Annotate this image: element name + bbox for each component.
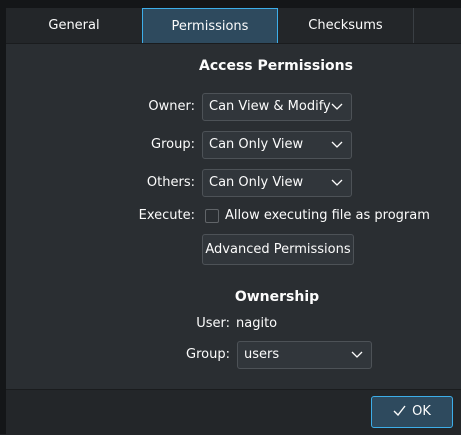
group-label: Group: — [151, 137, 195, 152]
dialog-footer: OK — [6, 389, 461, 435]
user-value: nagito — [236, 316, 278, 331]
ok-button[interactable]: OK — [371, 396, 453, 428]
tab-bar: General Permissions Checksums — [6, 8, 461, 44]
group-permission-select[interactable]: Can Only View — [202, 131, 352, 159]
execute-checkbox-label[interactable]: Allow executing file as program — [225, 208, 430, 223]
ownership-heading: Ownership — [234, 289, 320, 305]
execute-label: Execute: — [138, 208, 195, 223]
chevron-down-icon — [331, 103, 343, 110]
owner-permission-value: Can View & Modify — [209, 99, 331, 114]
owner-permission-select[interactable]: Can View & Modify — [202, 93, 352, 121]
advanced-permissions-button[interactable]: Advanced Permissions — [202, 234, 354, 265]
owner-label: Owner: — [148, 99, 195, 114]
user-label: User: — [196, 316, 230, 331]
checkmark-icon — [393, 405, 406, 417]
tab-checksums[interactable]: Checksums — [278, 8, 414, 43]
ownership-group-label: Group: — [186, 347, 230, 362]
window-titlebar — [8, 0, 461, 8]
access-permissions-heading: Access Permissions — [199, 58, 353, 74]
execute-checkbox[interactable] — [205, 209, 219, 223]
chevron-down-icon — [351, 351, 363, 358]
chevron-down-icon — [331, 179, 343, 186]
ownership-group-value: users — [244, 347, 280, 362]
tab-general[interactable]: General — [6, 8, 143, 43]
ownership-group-select[interactable]: users — [237, 341, 372, 369]
chevron-down-icon — [331, 141, 343, 148]
group-permission-value: Can Only View — [209, 137, 304, 152]
ok-label: OK — [412, 404, 431, 419]
tab-permissions[interactable]: Permissions — [142, 8, 278, 43]
others-permission-value: Can Only View — [209, 175, 304, 190]
properties-dialog: General Permissions Checksums Access Per… — [6, 8, 461, 435]
others-label: Others: — [146, 175, 195, 190]
others-permission-select[interactable]: Can Only View — [202, 169, 352, 197]
